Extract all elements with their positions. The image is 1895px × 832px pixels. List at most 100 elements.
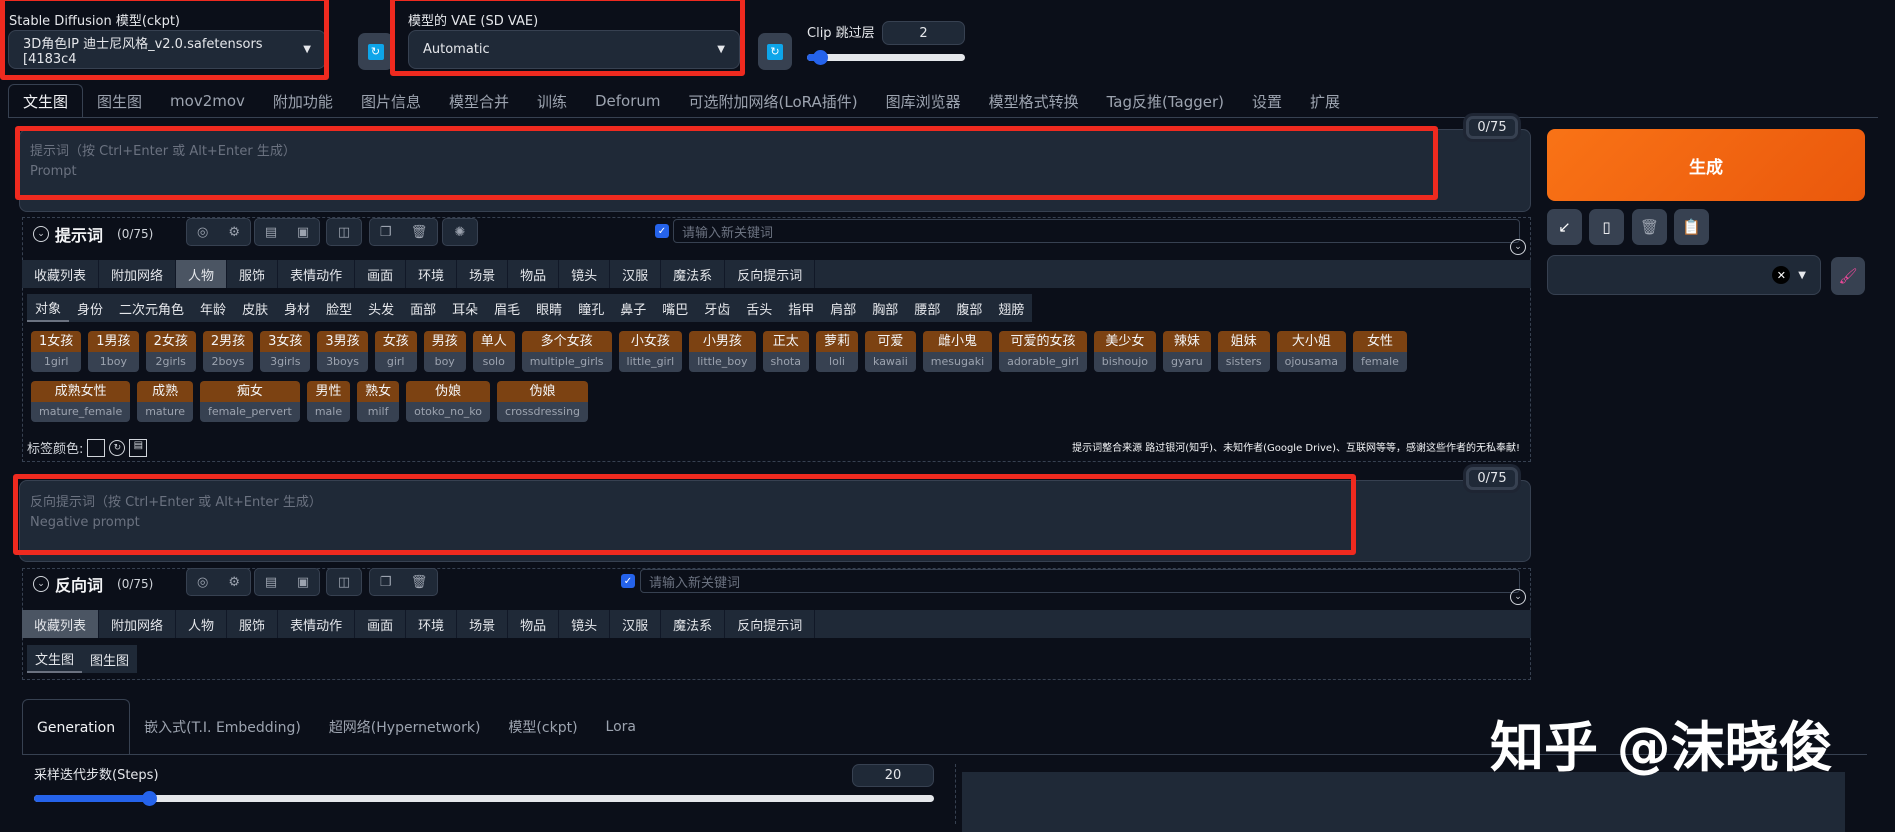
tag-button[interactable]: 1男孩 1boy: [88, 331, 139, 372]
negative-helper-header[interactable]: ⌄ 反向词 (0/75): [33, 572, 153, 596]
bottom-tab-1[interactable]: 嵌入式(T.I. Embedding): [130, 699, 315, 755]
category-tab[interactable]: 环境: [406, 610, 458, 638]
category-tab[interactable]: 人物: [176, 610, 228, 638]
openai-icon[interactable]: ✺: [455, 225, 466, 240]
subcategory-tab[interactable]: 头发: [360, 294, 402, 322]
subcategory-tab[interactable]: 文生图: [27, 645, 83, 673]
globe-icon[interactable]: ◎: [197, 575, 208, 590]
category-tab[interactable]: 环境: [406, 260, 458, 288]
tag-button[interactable]: 可爱 kawaii: [865, 331, 916, 372]
clip-skip-input[interactable]: 2: [882, 21, 965, 45]
keyword-input[interactable]: 请输入新关键词: [673, 219, 1520, 243]
neg-toolbar-group-3[interactable]: ◫: [326, 568, 362, 596]
tab-4[interactable]: 图片信息: [347, 84, 435, 118]
category-tab[interactable]: 场景: [457, 260, 509, 288]
neg-toolbar-group-2[interactable]: ▤ ▣: [254, 568, 320, 596]
copy-icon[interactable]: ❐: [380, 225, 392, 240]
neg-toolbar-group-4[interactable]: ❐ 🗑: [369, 568, 438, 596]
globe-icon[interactable]: ◎: [197, 225, 208, 240]
tag-button[interactable]: 伪娘 crossdressing: [497, 381, 589, 422]
toolbar-group-3[interactable]: ◫: [326, 218, 362, 246]
refresh-vae-button[interactable]: ↻: [758, 33, 792, 70]
tag-button[interactable]: 可爱的女孩 adorable_girl: [999, 331, 1087, 372]
clip-skip-slider[interactable]: [807, 50, 965, 65]
bottom-tab-3[interactable]: 模型(ckpt): [494, 699, 591, 755]
subcategory-tab[interactable]: 指甲: [780, 294, 822, 322]
category-tab[interactable]: 附加网络: [99, 610, 177, 638]
neg-enable-checkbox[interactable]: ✓: [621, 574, 635, 588]
tag-button[interactable]: 雌小鬼 mesugaki: [922, 331, 993, 372]
tag-button[interactable]: 女孩 girl: [374, 331, 417, 372]
tag-button[interactable]: 熟女 milf: [357, 381, 400, 422]
tab-1[interactable]: 图生图: [83, 84, 156, 118]
refresh-model-button[interactable]: ↻: [358, 33, 393, 70]
subcategory-tab[interactable]: 舌头: [738, 294, 780, 322]
subcategory-tab[interactable]: 鼻子: [612, 294, 654, 322]
translate-icon[interactable]: ◫: [338, 225, 350, 240]
gear-icon[interactable]: ⚙: [228, 575, 240, 590]
bottom-tab-2[interactable]: 超网络(Hypernetwork): [315, 699, 495, 755]
tag-button[interactable]: 3女孩 3girls: [260, 331, 311, 372]
tab-7[interactable]: Deforum: [581, 84, 675, 118]
neg-keyword-input[interactable]: 请输入新关键词: [640, 569, 1520, 593]
tag-button[interactable]: 小女孩 little_girl: [618, 331, 683, 372]
subcategory-tab[interactable]: 身份: [69, 294, 111, 322]
subcategory-tab[interactable]: 脸型: [318, 294, 360, 322]
tab-8[interactable]: 可选附加网络(LoRA插件): [675, 84, 872, 118]
toolbar-group-4[interactable]: ❐ 🗑: [369, 218, 438, 246]
tag-button[interactable]: 成熟 mature: [137, 381, 194, 422]
subcategory-tab[interactable]: 面部: [402, 294, 444, 322]
subcategory-tab[interactable]: 肩部: [822, 294, 864, 322]
tag-button[interactable]: 女性 female: [1353, 331, 1407, 372]
toolbar-group-2[interactable]: ▤ ▣: [254, 218, 320, 246]
category-tab[interactable]: 反向提示词: [725, 610, 816, 638]
subcategory-tab[interactable]: 眼睛: [528, 294, 570, 322]
category-tab[interactable]: 附加网络: [99, 260, 177, 288]
tag-button[interactable]: 男性 male: [306, 381, 351, 422]
steps-input[interactable]: 20: [852, 764, 934, 787]
tab-2[interactable]: mov2mov: [156, 84, 259, 118]
tab-5[interactable]: 模型合并: [435, 84, 523, 118]
document-icon[interactable]: ▤: [265, 575, 277, 590]
subcategory-tab[interactable]: 腹部: [948, 294, 990, 322]
vae-dropdown[interactable]: Automatic ▼: [408, 30, 740, 69]
category-tab[interactable]: 魔法系: [661, 610, 726, 638]
negative-prompt-textarea[interactable]: 反向提示词（按 Ctrl+Enter 或 Alt+Enter 生成） Negati…: [19, 480, 1531, 562]
clear-button[interactable]: 🗑: [1632, 209, 1667, 245]
gear-icon[interactable]: ⚙: [228, 225, 240, 240]
category-tab[interactable]: 服饰: [227, 610, 279, 638]
tag-button[interactable]: 单人 solo: [472, 331, 515, 372]
paste-button[interactable]: ▯: [1589, 209, 1624, 245]
save-color-icon[interactable]: ▤: [129, 438, 148, 457]
subcategory-tab[interactable]: 牙齿: [696, 294, 738, 322]
category-tab[interactable]: 画面: [355, 610, 407, 638]
tag-button[interactable]: 萝莉 loli: [816, 331, 859, 372]
clear-icon[interactable]: ✕: [1772, 266, 1791, 284]
subcategory-tab[interactable]: 皮肤: [234, 294, 276, 322]
tag-button[interactable]: 辣妹 gyaru: [1163, 331, 1211, 372]
bookmark-icon[interactable]: ▣: [297, 225, 309, 240]
tab-11[interactable]: Tag反推(Tagger): [1093, 84, 1238, 118]
toolbar-group-1[interactable]: ◎ ⚙: [186, 218, 251, 246]
subcategory-tab[interactable]: 嘴巴: [654, 294, 696, 322]
subcategory-tab[interactable]: 二次元角色: [111, 294, 192, 322]
category-tab[interactable]: 反向提示词: [725, 260, 816, 288]
tag-button[interactable]: 痴女 female_pervert: [200, 381, 300, 422]
tab-10[interactable]: 模型格式转换: [975, 84, 1093, 118]
tab-9[interactable]: 图库浏览器: [872, 84, 975, 118]
category-tab[interactable]: 表情动作: [278, 260, 356, 288]
category-tab[interactable]: 服饰: [227, 260, 279, 288]
tag-button[interactable]: 3男孩 3boys: [317, 331, 368, 372]
category-tab[interactable]: 物品: [508, 610, 560, 638]
apply-style-button[interactable]: 🖌: [1831, 257, 1865, 295]
tag-button[interactable]: 小男孩 little_boy: [689, 331, 756, 372]
trash-icon[interactable]: 🗑: [411, 575, 428, 590]
expand-icon[interactable]: ⌄: [1510, 589, 1526, 605]
tab-13[interactable]: 扩展: [1296, 84, 1354, 118]
tag-button[interactable]: 多个女孩 multiple_girls: [521, 331, 612, 372]
tag-button[interactable]: 大小姐 ojousama: [1276, 331, 1347, 372]
read-params-button[interactable]: ↙: [1547, 209, 1582, 245]
color-swatch[interactable]: [87, 438, 106, 457]
tag-button[interactable]: 美少女 bishoujo: [1093, 331, 1157, 372]
subcategory-tab[interactable]: 胸部: [864, 294, 906, 322]
